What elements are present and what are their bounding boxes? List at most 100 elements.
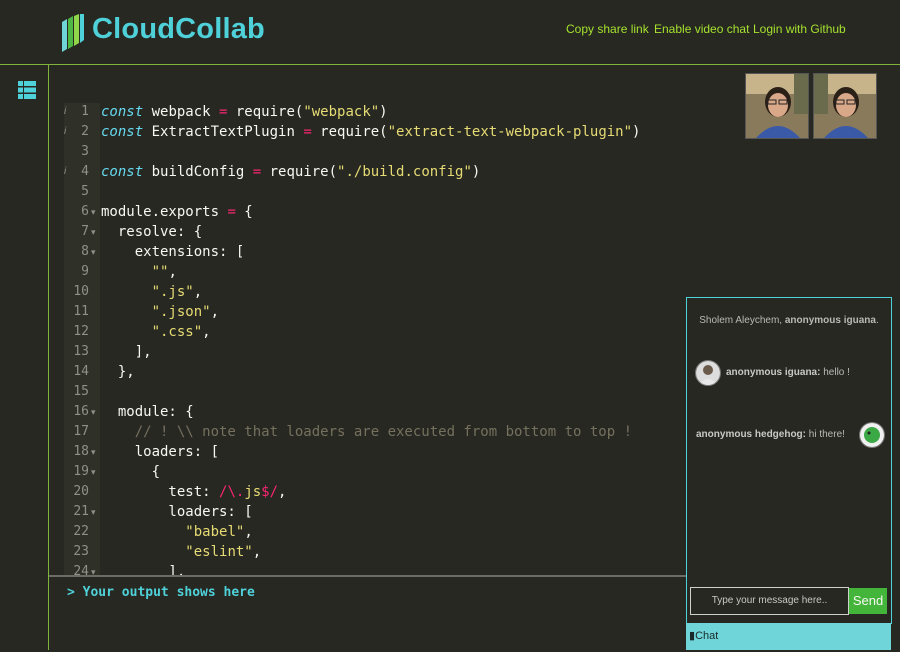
code-text: module: { (101, 402, 194, 422)
code-text: ".css", (101, 322, 211, 342)
fold-arrow-icon[interactable]: ▾ (91, 242, 97, 262)
code-line[interactable]: 14 }, (49, 362, 689, 382)
code-token: resolve: { (101, 224, 203, 240)
code-line[interactable]: 16 ▾ module: { (49, 402, 689, 422)
sidebar (0, 65, 49, 650)
message-user: anonymous iguana: (726, 367, 821, 378)
code-text: }, (101, 362, 135, 382)
code-line[interactable]: 19 ▾ { (49, 462, 689, 482)
code-line[interactable]: 23 "eslint", (49, 542, 689, 562)
line-number: 23 (73, 544, 89, 559)
code-line[interactable]: 11 ".json", (49, 302, 689, 322)
code-token: = (227, 204, 236, 220)
fold-arrow-icon[interactable]: ▾ (91, 222, 97, 242)
video-feed-self[interactable] (745, 73, 809, 139)
code-token: }, (101, 364, 135, 380)
code-line[interactable]: i 2 const ExtractTextPlugin = require("ext… (49, 122, 689, 142)
video-feed-remote[interactable] (813, 73, 877, 139)
cloudcollab-logo-icon (62, 14, 84, 52)
chat-greeting: Sholem Aleychem, anonymous iguana. (687, 315, 891, 326)
code-line[interactable]: 12 ".css", (49, 322, 689, 342)
code-token: require( (227, 104, 304, 120)
code-line[interactable]: i 4 const buildConfig = require("./build.c… (49, 162, 689, 182)
login-with-github[interactable]: Login with Github (753, 22, 846, 36)
code-line[interactable]: 15 (49, 382, 689, 402)
code-token: const (101, 124, 144, 140)
code-token: ExtractTextPlugin (143, 124, 304, 140)
code-text: "", (101, 262, 177, 282)
fold-arrow-icon[interactable]: ▾ (91, 402, 97, 422)
code-token: // ! \\ note that loaders are executed f… (101, 424, 633, 440)
code-token: loaders: [ (101, 504, 253, 520)
chat-message: anonymous hedgehog: hi there! (696, 429, 845, 440)
code-line[interactable]: 6 ▾ module.exports = { (49, 202, 689, 222)
code-text: module.exports = { (101, 202, 253, 222)
line-number: 8 (81, 244, 89, 259)
message-text: hi there! (806, 429, 845, 440)
line-number: 4 (81, 164, 89, 179)
enable-video-chat[interactable]: Enable video chat (654, 22, 749, 36)
fold-arrow-icon[interactable]: ▾ (91, 202, 97, 222)
code-token: , (252, 544, 262, 560)
code-line[interactable]: 7 ▾ resolve: { (49, 222, 689, 242)
brand-title[interactable]: CloudCollab (92, 13, 265, 46)
line-number: 16 (73, 404, 89, 419)
output-text: > Your output shows here (67, 585, 255, 600)
code-token: ".css" (151, 324, 203, 340)
code-line[interactable]: i 1 const webpack = require("webpack") (49, 102, 689, 122)
code-line[interactable]: 5 (49, 182, 689, 202)
greeting-username: anonymous iguana (784, 315, 876, 326)
line-number: 18 (73, 444, 89, 459)
code-line[interactable]: 8 ▾ extensions: [ (49, 242, 689, 262)
code-line[interactable]: 17 // ! \\ note that loaders are execute… (49, 422, 689, 442)
code-token: const (101, 164, 144, 180)
fold-arrow-icon[interactable]: ▾ (91, 502, 97, 522)
line-number: 22 (73, 524, 89, 539)
message-text: hello ! (820, 367, 850, 378)
chat-message-input[interactable]: Type your message here.. (690, 587, 849, 615)
code-text: loaders: [ (101, 442, 219, 462)
code-line[interactable]: 3 (49, 142, 689, 162)
fold-arrow-icon[interactable]: ▾ (91, 442, 97, 462)
code-text: resolve: { (101, 222, 202, 242)
code-line[interactable]: 21 ▾ loaders: [ (49, 502, 689, 522)
code-token: , (278, 484, 287, 500)
code-token: require( (261, 164, 338, 180)
code-token: extensions: [ (101, 244, 245, 260)
chat-tab[interactable]: ▮Chat (686, 623, 891, 650)
code-token: "extract-text-webpack-plugin" (387, 124, 633, 140)
line-number: 13 (73, 344, 89, 359)
code-token: test: (101, 484, 220, 500)
code-token: webpack (143, 104, 220, 120)
greeting-punct: . (875, 315, 879, 326)
copy-share-link[interactable]: Copy share link (566, 22, 649, 36)
message-user: anonymous hedgehog: (696, 429, 806, 440)
code-line[interactable]: 10 ".js", (49, 282, 689, 302)
code-line[interactable]: 22 "babel", (49, 522, 689, 542)
code-token: module.exports (101, 204, 228, 220)
file-list-menu-icon[interactable] (18, 81, 36, 99)
code-line[interactable]: 18 ▾ loaders: [ (49, 442, 689, 462)
line-number: 12 (73, 324, 89, 339)
code-line[interactable]: 20 test: /\.js$/, (49, 482, 689, 502)
code-token: , (193, 284, 203, 300)
fold-arrow-icon[interactable]: ▾ (91, 462, 97, 482)
code-token: ) (471, 164, 481, 180)
output-panel: > Your output shows here (49, 575, 686, 652)
line-number: 14 (73, 364, 89, 379)
line-number: 15 (73, 384, 89, 399)
code-token: module: { (101, 404, 194, 420)
code-token: loaders: [ (101, 444, 220, 460)
code-line[interactable]: 9 "", (49, 262, 689, 282)
code-line[interactable]: 13 ], (49, 342, 689, 362)
line-number: 21 (73, 504, 89, 519)
send-button[interactable]: Send (849, 588, 887, 614)
code-text: ".js", (101, 282, 203, 302)
code-token: require( (311, 124, 388, 140)
